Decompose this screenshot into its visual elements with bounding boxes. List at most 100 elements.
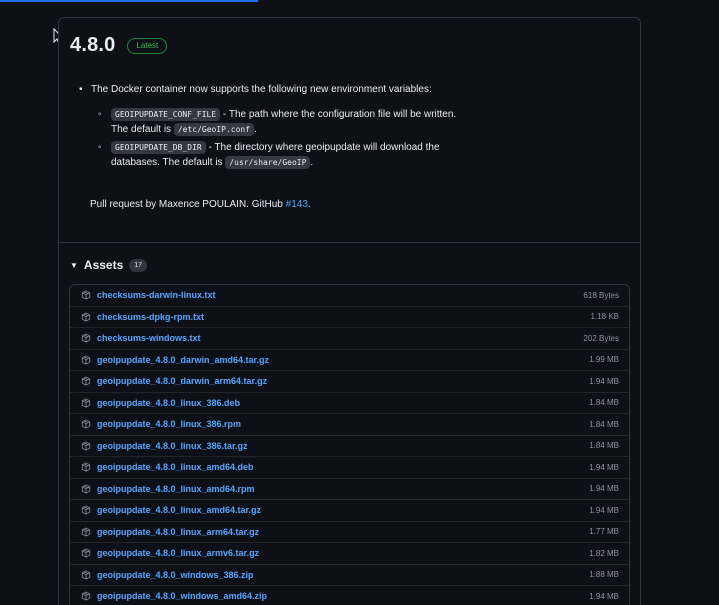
asset-row[interactable]: geoipupdate_4.8.0_linux_386.tar.gz 1.84 M…: [70, 436, 629, 457]
asset-row[interactable]: geoipupdate_4.8.0_linux_arm64.tar.gz 1.77…: [70, 522, 629, 543]
env-var-item: GEOIPUPDATE_DB_DIR - The directory where…: [91, 140, 459, 170]
env-var-default-code: /etc/GeoIP.conf: [173, 123, 255, 136]
env-var-code: GEOIPUPDATE_CONF_FILE: [111, 108, 221, 121]
asset-size: 1.94 MB: [589, 591, 619, 601]
asset-size: 1.18 KB: [590, 312, 619, 322]
env-var-suffix: .: [254, 124, 257, 135]
asset-left: geoipupdate_4.8.0_linux_arm64.tar.gz: [81, 527, 259, 537]
asset-link[interactable]: checksums-windows.txt: [97, 333, 201, 343]
asset-size: 1.94 MB: [589, 505, 619, 515]
asset-size: 1.77 MB: [589, 527, 619, 537]
package-icon: [81, 398, 91, 408]
asset-link[interactable]: geoipupdate_4.8.0_linux_386.tar.gz: [97, 441, 248, 451]
top-accent-bar: [0, 0, 258, 2]
release-version[interactable]: 4.8.0: [70, 34, 115, 57]
asset-row[interactable]: geoipupdate_4.8.0_linux_amd64.tar.gz 1.94…: [70, 500, 629, 522]
section-divider: [59, 242, 640, 243]
package-icon: [81, 376, 91, 386]
asset-row[interactable]: geoipupdate_4.8.0_windows_amd64.zip 1.94 …: [70, 586, 629, 605]
assets-title: Assets: [83, 258, 124, 272]
env-var-code: GEOIPUPDATE_DB_DIR: [111, 141, 206, 154]
asset-left: geoipupdate_4.8.0_linux_amd64.deb: [81, 462, 254, 472]
caret-down-icon: ▼: [70, 260, 78, 270]
package-icon: [81, 505, 91, 515]
asset-row[interactable]: geoipupdate_4.8.0_linux_amd64.deb 1.94 MB: [70, 457, 629, 479]
asset-row[interactable]: geoipupdate_4.8.0_darwin_amd64.tar.gz 1.9…: [70, 350, 629, 371]
package-icon: [81, 419, 91, 429]
asset-size: 1.82 MB: [589, 548, 619, 558]
release-card: 4.8.0 Latest The Docker container now su…: [58, 17, 641, 605]
assets-list: checksums-darwin-linux.txt 618 Bytes check…: [69, 284, 630, 605]
pull-request-text: Pull request by Maxence POULAIN. GitHub: [90, 199, 286, 210]
asset-link[interactable]: geoipupdate_4.8.0_windows_386.zip: [97, 570, 254, 580]
asset-link[interactable]: geoipupdate_4.8.0_windows_amd64.zip: [97, 591, 267, 601]
package-icon: [81, 441, 91, 451]
asset-left: geoipupdate_4.8.0_linux_386.deb: [81, 398, 240, 408]
asset-link[interactable]: geoipupdate_4.8.0_linux_arm64.tar.gz: [97, 527, 259, 537]
env-var-default-code: /usr/share/GeoIP: [225, 156, 311, 169]
asset-size: 1.88 MB: [589, 570, 619, 580]
asset-link[interactable]: geoipupdate_4.8.0_linux_386.deb: [97, 398, 240, 408]
env-var-suffix: .: [310, 157, 314, 168]
pull-request-line: Pull request by Maxence POULAIN. GitHub …: [90, 199, 311, 210]
package-icon: [81, 591, 91, 601]
package-icon: [81, 290, 91, 300]
release-note-intro: The Docker container now supports the fo…: [91, 84, 432, 95]
package-icon: [81, 570, 91, 580]
asset-link[interactable]: geoipupdate_4.8.0_darwin_amd64.tar.gz: [97, 355, 269, 365]
asset-size: 1.94 MB: [589, 376, 619, 386]
asset-size: 1.94 MB: [589, 484, 619, 494]
asset-left: geoipupdate_4.8.0_darwin_amd64.tar.gz: [81, 355, 269, 365]
asset-link[interactable]: checksums-dpkg-rpm.txt: [97, 312, 204, 322]
pull-request-suffix: .: [307, 199, 311, 210]
asset-link[interactable]: geoipupdate_4.8.0_linux_amd64.deb: [97, 462, 254, 472]
asset-size: 1.84 MB: [589, 419, 619, 429]
asset-size: 1.94 MB: [589, 462, 619, 472]
package-icon: [81, 312, 91, 322]
release-notes: The Docker container now supports the fo…: [79, 82, 459, 173]
release-note-item: The Docker container now supports the fo…: [79, 82, 459, 170]
asset-left: geoipupdate_4.8.0_linux_amd64.tar.gz: [81, 505, 261, 515]
latest-badge: Latest: [127, 37, 168, 54]
asset-link[interactable]: geoipupdate_4.8.0_linux_amd64.tar.gz: [97, 505, 261, 515]
assets-toggle[interactable]: ▼ Assets 17: [70, 258, 148, 272]
package-icon: [81, 462, 91, 472]
asset-row[interactable]: checksums-darwin-linux.txt 618 Bytes: [70, 285, 629, 307]
asset-size: 1.99 MB: [589, 355, 619, 365]
asset-link[interactable]: checksums-darwin-linux.txt: [97, 290, 216, 300]
asset-row[interactable]: geoipupdate_4.8.0_darwin_arm64.tar.gz 1.9…: [70, 371, 629, 393]
package-icon: [81, 333, 91, 343]
asset-link[interactable]: geoipupdate_4.8.0_darwin_arm64.tar.gz: [97, 376, 267, 386]
asset-left: geoipupdate_4.8.0_windows_386.zip: [81, 570, 254, 580]
asset-size: 618 Bytes: [583, 290, 619, 300]
asset-row[interactable]: geoipupdate_4.8.0_linux_armv6.tar.gz 1.82…: [70, 543, 629, 565]
asset-left: geoipupdate_4.8.0_darwin_arm64.tar.gz: [81, 376, 267, 386]
asset-row[interactable]: checksums-dpkg-rpm.txt 1.18 KB: [70, 307, 629, 328]
pull-request-link[interactable]: #143: [286, 199, 308, 210]
asset-row[interactable]: checksums-windows.txt 202 Bytes: [70, 328, 629, 350]
asset-left: checksums-dpkg-rpm.txt: [81, 312, 204, 322]
asset-row[interactable]: geoipupdate_4.8.0_windows_386.zip 1.88 MB: [70, 565, 629, 586]
assets-count-badge: 17: [129, 258, 148, 272]
asset-left: geoipupdate_4.8.0_linux_armv6.tar.gz: [81, 548, 259, 558]
asset-size: 1.84 MB: [589, 398, 619, 408]
asset-link[interactable]: geoipupdate_4.8.0_linux_386.rpm: [97, 419, 241, 429]
asset-left: checksums-darwin-linux.txt: [81, 290, 216, 300]
package-icon: [81, 484, 91, 494]
asset-left: geoipupdate_4.8.0_windows_amd64.zip: [81, 591, 267, 601]
asset-link[interactable]: geoipupdate_4.8.0_linux_armv6.tar.gz: [97, 548, 259, 558]
asset-left: geoipupdate_4.8.0_linux_386.tar.gz: [81, 441, 248, 451]
package-icon: [81, 527, 91, 537]
asset-left: geoipupdate_4.8.0_linux_386.rpm: [81, 419, 241, 429]
asset-row[interactable]: geoipupdate_4.8.0_linux_386.rpm 1.84 MB: [70, 414, 629, 436]
env-var-item: GEOIPUPDATE_CONF_FILE - The path where t…: [91, 107, 459, 137]
release-header: 4.8.0 Latest: [70, 34, 168, 57]
asset-left: checksums-windows.txt: [81, 333, 201, 343]
asset-size: 1.84 MB: [589, 441, 619, 451]
asset-size: 202 Bytes: [583, 333, 619, 343]
asset-row[interactable]: geoipupdate_4.8.0_linux_amd64.rpm 1.94 MB: [70, 479, 629, 500]
package-icon: [81, 548, 91, 558]
package-icon: [81, 355, 91, 365]
asset-row[interactable]: geoipupdate_4.8.0_linux_386.deb 1.84 MB: [70, 393, 629, 414]
asset-link[interactable]: geoipupdate_4.8.0_linux_amd64.rpm: [97, 484, 255, 494]
